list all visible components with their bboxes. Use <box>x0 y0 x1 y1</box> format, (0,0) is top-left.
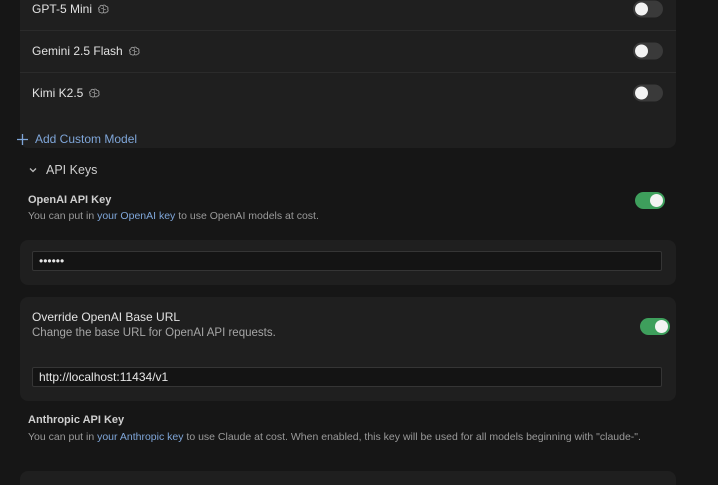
override-base-url-toggle[interactable] <box>640 318 670 335</box>
anthropic-api-key-title: Anthropic API Key <box>28 414 125 426</box>
model-row-kimi-k2-5: Kimi K2.5 <box>20 72 676 114</box>
openai-key-link[interactable]: your OpenAI key <box>97 210 175 222</box>
anthropic-api-key-description: You can put in your Anthropic key to use… <box>28 431 641 443</box>
add-custom-model-button[interactable]: Add Custom Model <box>16 131 137 147</box>
openai-api-key-title: OpenAI API Key <box>28 194 112 206</box>
override-base-url-title: Override OpenAI Base URL <box>32 310 181 324</box>
brain-icon <box>98 4 109 14</box>
toggle-knob <box>650 194 663 207</box>
toggle-knob <box>635 2 648 16</box>
gemini-2-5-flash-toggle[interactable] <box>633 42 663 60</box>
anthropic-key-card <box>20 471 676 485</box>
toggle-knob <box>635 44 648 58</box>
model-name: Gemini 2.5 Flash <box>32 44 140 58</box>
model-name: Kimi K2.5 <box>32 86 100 100</box>
api-keys-section-header[interactable]: API Keys <box>28 161 97 179</box>
model-name: GPT-5 Mini <box>32 2 109 16</box>
override-base-url-description: Change the base URL for OpenAI API reque… <box>32 327 276 339</box>
chevron-down-icon <box>29 168 37 173</box>
openai-api-key-description: You can put in your OpenAI key to use Op… <box>28 210 319 222</box>
brain-icon <box>89 88 100 98</box>
anthropic-key-link[interactable]: your Anthropic key <box>97 431 183 443</box>
base-url-input[interactable] <box>32 367 662 387</box>
toggle-knob <box>635 86 648 100</box>
settings-page: GPT-5 Mini Gemini 2.5 Flash Kimi K2.5 Ad… <box>0 0 718 485</box>
override-base-url-card: Override OpenAI Base URL Change the base… <box>20 297 676 401</box>
kimi-k2-5-toggle[interactable] <box>633 84 663 102</box>
section-title: API Keys <box>46 163 98 177</box>
openai-api-key-toggle[interactable] <box>635 192 665 209</box>
plus-icon <box>17 133 28 145</box>
models-card: GPT-5 Mini Gemini 2.5 Flash Kimi K2.5 <box>20 0 676 148</box>
model-row-gemini-2-5-flash: Gemini 2.5 Flash <box>20 30 676 73</box>
gpt-5-mini-toggle[interactable] <box>633 0 663 18</box>
openai-key-card <box>20 240 676 285</box>
toggle-knob <box>655 320 668 333</box>
model-row-gpt-5-mini: GPT-5 Mini <box>20 0 676 31</box>
openai-api-key-input[interactable] <box>32 251 662 271</box>
brain-icon <box>128 46 140 56</box>
add-custom-model-label: Add Custom Model <box>35 132 138 146</box>
